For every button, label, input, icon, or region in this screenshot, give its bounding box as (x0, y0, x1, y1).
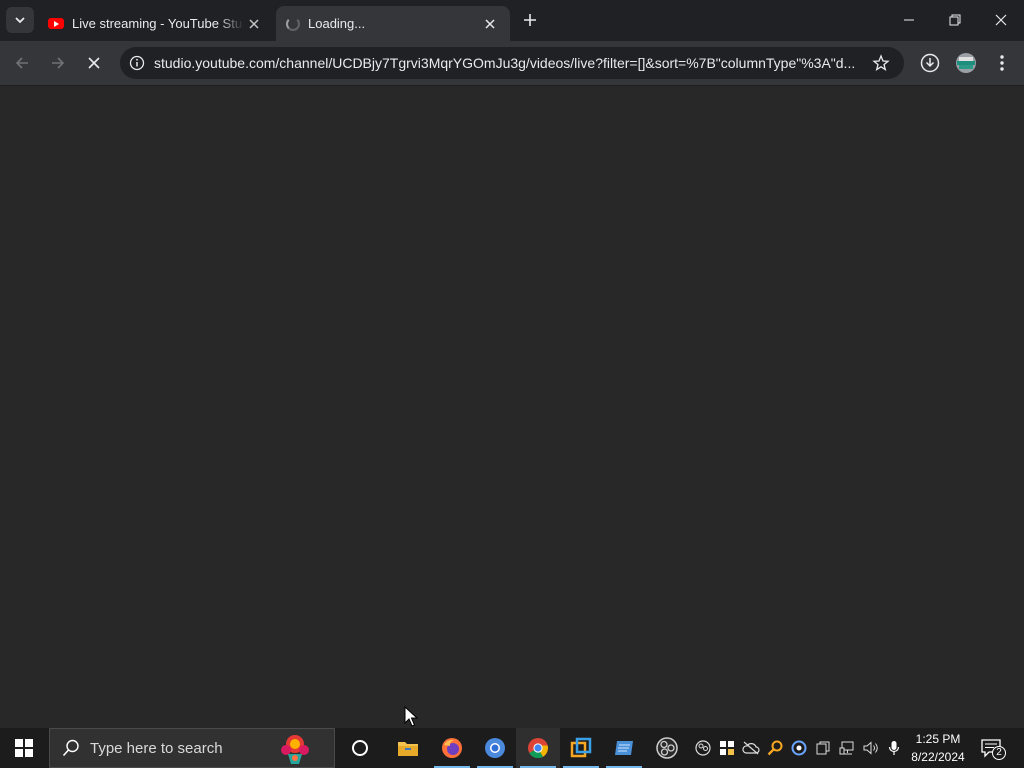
network-wired-icon (839, 741, 854, 755)
restore-button[interactable] (932, 0, 978, 40)
minimize-button[interactable] (886, 0, 932, 40)
speaker-icon (863, 741, 878, 755)
globe-search-icon (791, 740, 807, 756)
notepad-app-icon (615, 741, 633, 755)
new-tab-button[interactable] (518, 8, 542, 32)
start-button[interactable] (0, 728, 48, 768)
plus-icon (524, 14, 536, 26)
browser-toolbar: studio.youtube.com/channel/UCDBjy7Tgrvi3… (0, 41, 1024, 86)
tray-taskview-icon[interactable] (814, 739, 832, 757)
arrow-left-icon (15, 57, 28, 69)
chevron-down-icon (15, 17, 25, 24)
close-window-button[interactable] (978, 0, 1024, 40)
download-icon (920, 53, 940, 73)
tray-onedrive-icon[interactable] (742, 739, 760, 757)
notification-count-badge: 2 (992, 746, 1006, 760)
info-icon (129, 55, 145, 71)
copy-window-icon (816, 741, 830, 755)
close-icon (88, 57, 100, 69)
taskbar-chrome-blue[interactable] (473, 728, 517, 768)
tab-title: Loading... (308, 16, 366, 31)
cortana-button[interactable] (338, 728, 382, 768)
taskbar-firefox[interactable] (430, 728, 474, 768)
microphone-icon (888, 741, 900, 755)
chromium-icon (485, 738, 505, 758)
close-icon (485, 18, 495, 29)
taskbar-obs[interactable] (645, 728, 689, 768)
star-icon (872, 54, 890, 72)
window-app-icon (570, 737, 592, 758)
taskbar-clock[interactable]: 1:25 PM 8/22/2024 (906, 730, 970, 766)
site-info-button[interactable] (120, 55, 154, 71)
clock-date: 8/22/2024 (911, 750, 965, 764)
search-highlight-doodle-icon (281, 735, 309, 764)
tray-network-icon[interactable] (838, 739, 856, 757)
action-center-button[interactable]: 2 (978, 736, 1008, 760)
obs-icon (656, 737, 678, 759)
address-bar[interactable]: studio.youtube.com/channel/UCDBjy7Tgrvi3… (120, 47, 904, 79)
cloud-off-icon (742, 741, 760, 755)
tray-volume-icon[interactable] (862, 739, 880, 757)
obs-tray-icon (695, 740, 711, 756)
minimize-icon (904, 19, 914, 21)
downloads-button[interactable] (918, 51, 942, 75)
restore-icon (949, 14, 961, 26)
chrome-menu-button[interactable] (990, 51, 1014, 75)
arrow-right-icon (52, 57, 65, 69)
tray-search-tool-icon[interactable] (766, 739, 784, 757)
close-icon (995, 14, 1007, 26)
youtube-icon (48, 18, 64, 29)
back-button[interactable] (8, 49, 36, 77)
loading-spinner-icon (286, 16, 300, 31)
taskbar-app-orange[interactable] (559, 728, 603, 768)
browser-tab-bar: Live streaming - YouTube Studio Loading.… (0, 0, 1024, 41)
taskbar-app-blue[interactable] (602, 728, 646, 768)
stop-loading-button[interactable] (80, 49, 108, 77)
taskbar-search-box[interactable]: Type here to search (49, 728, 335, 768)
search-placeholder: Type here to search (90, 739, 223, 757)
more-vertical-icon (1000, 55, 1004, 71)
tab-title: Live streaming - YouTube Studio (72, 16, 244, 31)
tab-live-streaming[interactable]: Live streaming - YouTube Studio (38, 6, 274, 41)
avatar (956, 53, 976, 73)
forward-button[interactable] (44, 49, 72, 77)
tray-microphone-icon[interactable] (885, 739, 903, 757)
taskbar-chrome[interactable] (516, 728, 560, 768)
windows-taskbar: Type here to search 1:25 PM 8/22/2024 2 (0, 728, 1024, 768)
tab-close-button[interactable] (480, 14, 500, 34)
folder-icon (398, 742, 418, 756)
windows-security-icon (720, 741, 734, 755)
close-icon (249, 18, 259, 29)
magnifier-icon (767, 740, 783, 756)
windows-logo-icon (15, 739, 33, 757)
clock-time: 1:25 PM (915, 732, 961, 746)
tray-vpn-icon[interactable] (790, 739, 808, 757)
tab-search-button[interactable] (6, 7, 34, 33)
bookmark-star-button[interactable] (872, 54, 890, 77)
cortana-icon (352, 740, 368, 756)
search-icon (62, 739, 79, 757)
tab-close-button[interactable] (244, 14, 264, 34)
page-content-area (0, 87, 1024, 728)
firefox-icon (442, 738, 462, 758)
tray-security-icon[interactable] (718, 739, 736, 757)
tab-loading[interactable]: Loading... (276, 6, 510, 41)
chrome-icon (528, 738, 548, 759)
tray-obs-icon[interactable] (694, 739, 712, 757)
taskbar-file-explorer[interactable] (386, 728, 430, 768)
profile-avatar-button[interactable] (954, 51, 978, 75)
url-text[interactable]: studio.youtube.com/channel/UCDBjy7Tgrvi3… (154, 55, 856, 71)
mouse-cursor-icon (404, 706, 418, 727)
